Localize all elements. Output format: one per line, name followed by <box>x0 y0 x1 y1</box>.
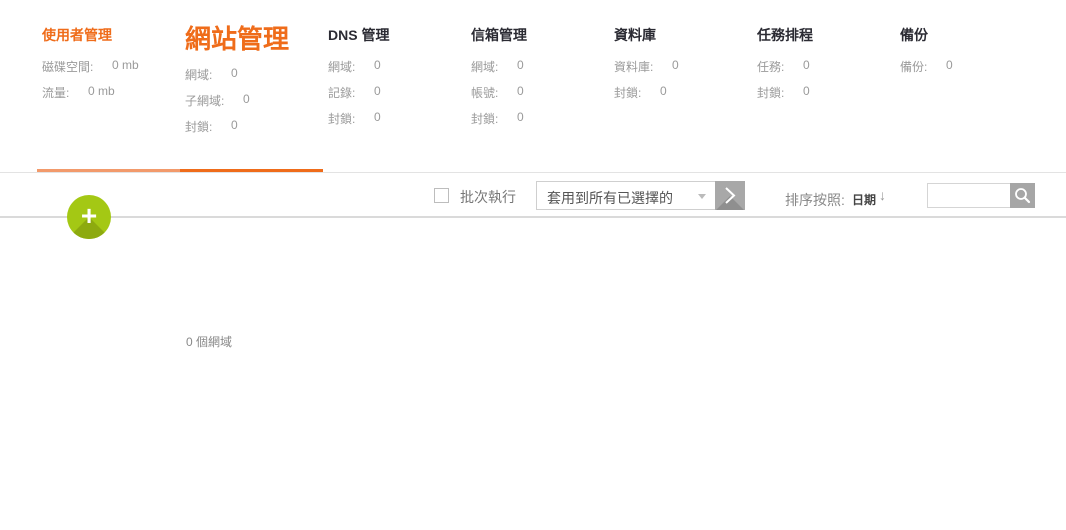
stat-label: 封鎖: <box>185 120 213 134</box>
stat-label: 封鎖: <box>757 86 785 100</box>
stat-label: 網域: <box>328 60 356 74</box>
tab-site[interactable]: 網站管理 網域: 0 子網域: 0 封鎖: 0 <box>180 0 323 172</box>
chevron-right-icon <box>725 187 736 204</box>
stat-label: 任務: <box>757 60 785 74</box>
caret-down-icon <box>698 194 706 199</box>
tab-cron-title: 任務排程 <box>757 27 813 43</box>
apply-select-value: 套用到所有已選擇的 <box>547 190 673 206</box>
stat-value: 0 <box>946 58 953 72</box>
stat-traffic: 流量: 0 mb <box>42 84 115 101</box>
tab-site-title: 網站管理 <box>185 24 290 54</box>
batch-checkbox[interactable] <box>434 188 449 203</box>
batch-label: 批次執行 <box>460 189 516 205</box>
stat-subdomains: 子網域: 0 <box>185 92 250 109</box>
stat-disk: 磁碟空間: 0 mb <box>42 58 139 75</box>
tab-bar: 使用者管理 磁碟空間: 0 mb 流量: 0 mb 網站管理 網域: 0 子網域… <box>0 0 1066 172</box>
stat-value: 0 <box>374 110 381 124</box>
stat-label: 記錄: <box>328 86 356 100</box>
stat-value: 0 <box>517 110 524 124</box>
stat-value: 0 <box>672 58 679 72</box>
tab-backup[interactable]: 備份 備份: 0 <box>895 0 1038 172</box>
tab-cron[interactable]: 任務排程 任務: 0 封鎖: 0 <box>752 0 895 172</box>
apply-action-select[interactable]: 套用到所有已選擇的 <box>536 181 716 210</box>
stat-tasks: 任務: 0 <box>757 58 810 75</box>
stat-databases: 資料庫: 0 <box>614 58 679 75</box>
sort-field-dropdown[interactable]: 日期 <box>852 191 876 208</box>
tab-bar-divider <box>0 172 1066 173</box>
tab-database-title: 資料庫 <box>614 27 656 43</box>
toolbar-divider <box>0 216 1066 218</box>
stat-value: 0 <box>231 66 238 80</box>
stat-blocked: 封鎖: 0 <box>185 118 238 135</box>
stat-value: 0 mb <box>112 58 139 72</box>
stat-value: 0 <box>803 84 810 98</box>
stat-label: 網域: <box>185 68 213 82</box>
tab-dns[interactable]: DNS 管理 網域: 0 記錄: 0 封鎖: 0 <box>323 0 466 172</box>
stat-label: 磁碟空間: <box>42 60 94 74</box>
stat-label: 封鎖: <box>328 112 356 126</box>
stat-label: 流量: <box>42 86 70 100</box>
apply-go-button[interactable] <box>715 181 745 210</box>
sort-label: 排序按照: <box>785 192 845 208</box>
stat-domains: 網域: 0 <box>185 66 238 83</box>
tab-mail-title: 信箱管理 <box>471 27 527 43</box>
stat-accounts: 帳號: 0 <box>471 84 524 101</box>
stat-label: 備份: <box>900 60 928 74</box>
stat-label: 封鎖: <box>471 112 499 126</box>
search-input[interactable] <box>927 183 1011 208</box>
stat-backups: 備份: 0 <box>900 58 953 75</box>
stat-domains: 網域: 0 <box>328 58 381 75</box>
search-icon <box>1015 188 1031 204</box>
stat-domains: 網域: 0 <box>471 58 524 75</box>
stat-value: 0 <box>231 118 238 132</box>
stat-value: 0 <box>517 58 524 72</box>
stat-value: 0 <box>517 84 524 98</box>
tab-user-title: 使用者管理 <box>42 27 112 43</box>
tab-mail[interactable]: 信箱管理 網域: 0 帳號: 0 封鎖: 0 <box>466 0 609 172</box>
sort-direction-icon[interactable]: ↓ <box>879 187 886 203</box>
stat-blocked: 封鎖: 0 <box>614 84 667 101</box>
stat-value: 0 <box>374 84 381 98</box>
stat-label: 網域: <box>471 60 499 74</box>
stat-value: 0 mb <box>88 84 115 98</box>
stat-blocked: 封鎖: 0 <box>757 84 810 101</box>
stat-value: 0 <box>803 58 810 72</box>
tab-backup-title: 備份 <box>900 27 928 43</box>
stat-records: 記錄: 0 <box>328 84 381 101</box>
stat-value: 0 <box>660 84 667 98</box>
stat-label: 資料庫: <box>614 60 654 74</box>
stat-label: 封鎖: <box>614 86 642 100</box>
domain-count: 0 個網域 <box>186 335 233 349</box>
stat-blocked: 封鎖: 0 <box>471 110 524 127</box>
tab-user[interactable]: 使用者管理 磁碟空間: 0 mb 流量: 0 mb <box>37 0 180 172</box>
stat-value: 0 <box>374 58 381 72</box>
plus-icon: + <box>80 200 98 231</box>
add-domain-button[interactable]: + <box>67 195 111 239</box>
tab-dns-title: DNS 管理 <box>328 27 390 43</box>
stat-blocked: 封鎖: 0 <box>328 110 381 127</box>
stat-value: 0 <box>243 92 250 106</box>
search-button[interactable] <box>1010 183 1035 208</box>
tab-database[interactable]: 資料庫 資料庫: 0 封鎖: 0 <box>609 0 752 172</box>
stat-label: 子網域: <box>185 94 225 108</box>
stat-label: 帳號: <box>471 86 499 100</box>
